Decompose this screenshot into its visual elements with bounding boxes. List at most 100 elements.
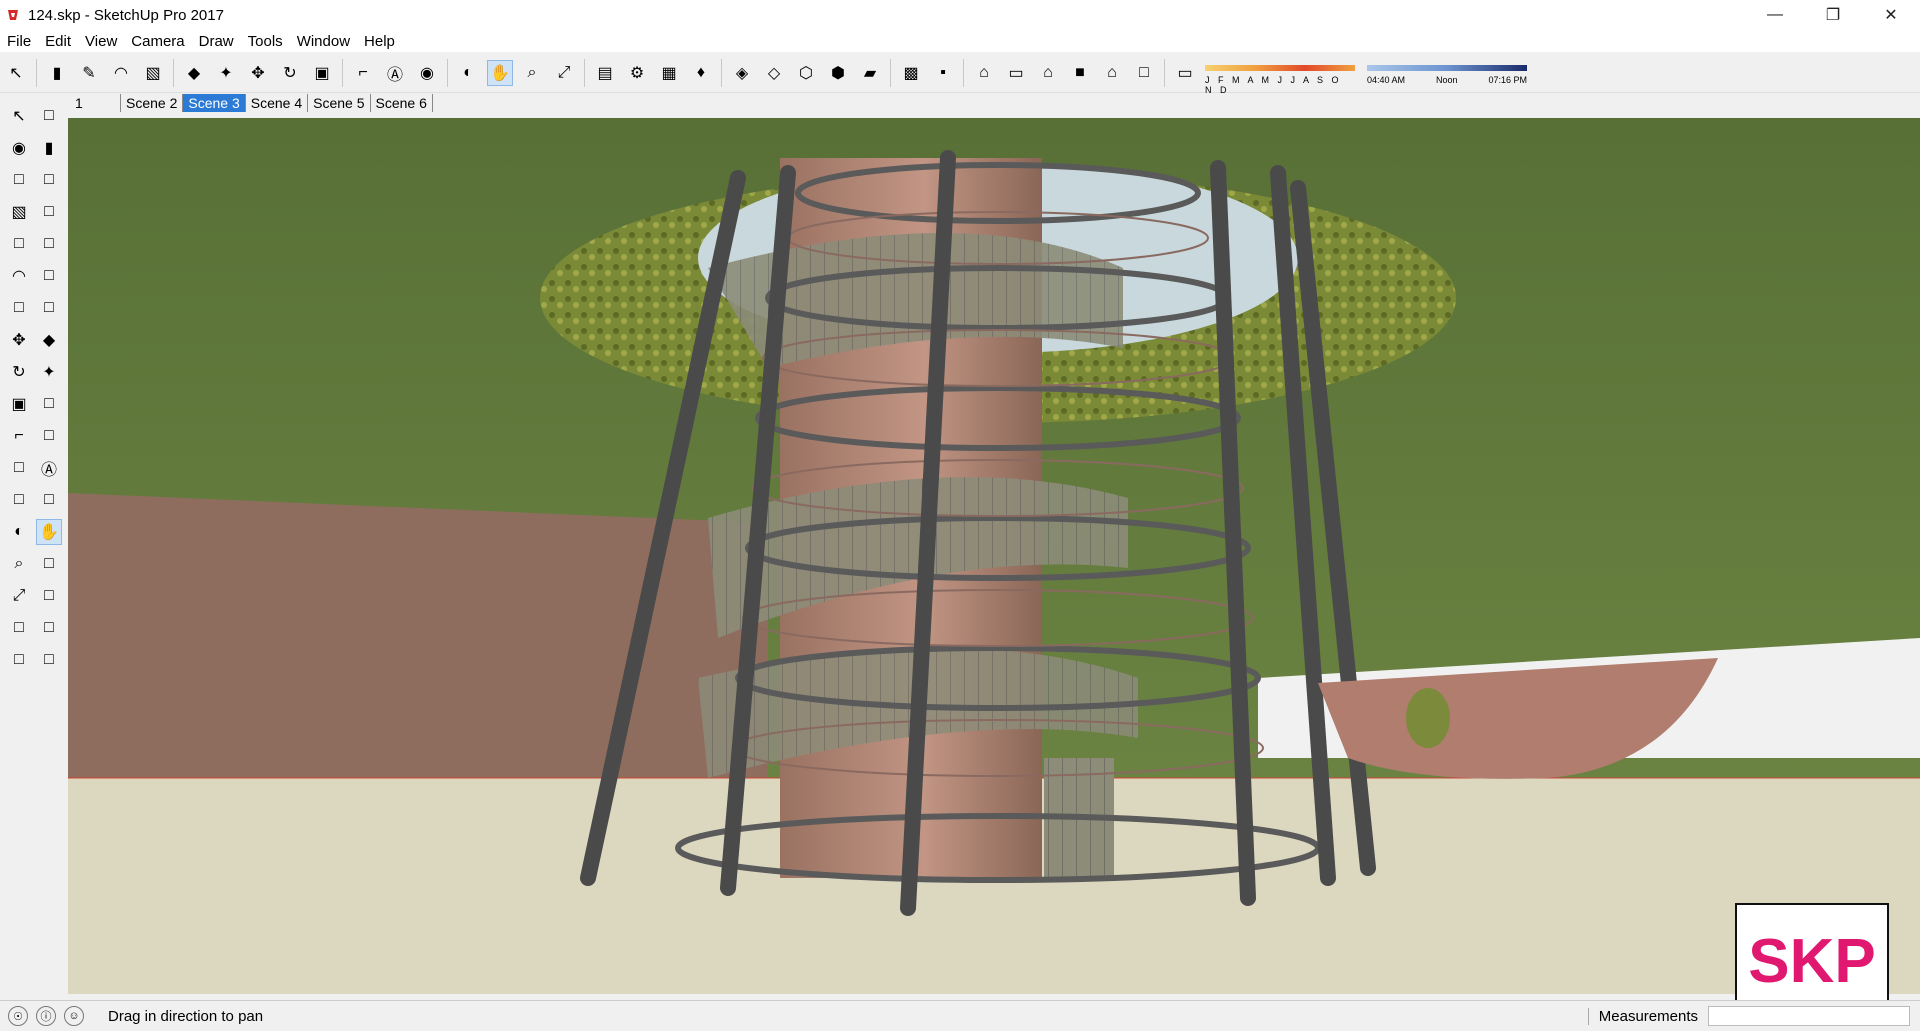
tool-row: ✥ ◆: [0, 324, 68, 356]
menu-window[interactable]: Window: [290, 33, 357, 50]
tool-row: ↻ ✦: [0, 356, 68, 388]
zoom-icon[interactable]: ⌕: [519, 60, 545, 86]
scene-tab-1[interactable]: 1: [70, 94, 121, 112]
left-view-icon[interactable]: □: [1131, 60, 1157, 86]
follow-me-icon[interactable]: ✦: [213, 60, 239, 86]
scene-tab-scene-3[interactable]: Scene 3: [183, 94, 246, 112]
month-gradient-bar[interactable]: [1205, 65, 1355, 71]
menu-view[interactable]: View: [78, 33, 124, 50]
scene-tab-scene-5[interactable]: Scene 5: [308, 94, 371, 112]
front-view-icon[interactable]: ⌂: [1035, 60, 1061, 86]
layout-icon[interactable]: ▦: [656, 60, 682, 86]
rectangle-icon[interactable]: ▧: [140, 60, 166, 86]
restore-button[interactable]: ❐: [1804, 0, 1862, 30]
extension-warehouse-icon[interactable]: ⚙: [624, 60, 650, 86]
text-icon[interactable]: Ⓐ: [36, 455, 62, 481]
3d-warehouse-icon[interactable]: ▤: [592, 60, 618, 86]
freehand-icon[interactable]: □: [36, 167, 62, 193]
offset-icon[interactable]: □: [36, 391, 62, 417]
right-view-icon[interactable]: ■: [1067, 60, 1093, 86]
eraser-icon[interactable]: ▮: [44, 60, 70, 86]
pan-icon[interactable]: ✋: [36, 519, 62, 545]
back-edges-icon[interactable]: ◇: [761, 60, 787, 86]
scale-icon[interactable]: ▣: [6, 391, 32, 417]
zoom-window-icon[interactable]: □: [36, 551, 62, 577]
minimize-button[interactable]: —: [1746, 0, 1804, 30]
shaded-textures-icon[interactable]: ▩: [898, 60, 924, 86]
scene-tab-scene-6[interactable]: Scene 6: [371, 94, 433, 112]
three-point-arc-icon[interactable]: □: [6, 295, 32, 321]
push-pull-icon[interactable]: ◆: [181, 60, 207, 86]
top-view-icon[interactable]: ▭: [1003, 60, 1029, 86]
eraser-icon[interactable]: ▮: [36, 135, 62, 161]
tape-measure-icon[interactable]: ⌐: [6, 423, 32, 449]
orbit-icon[interactable]: ◐: [455, 60, 481, 86]
shadow-month-slider[interactable]: J F M A M J J A S O N D: [1205, 59, 1355, 95]
previous-view-icon[interactable]: □: [36, 583, 62, 609]
section-plane-icon[interactable]: □: [36, 647, 62, 673]
rotated-rectangle-icon[interactable]: □: [36, 199, 62, 225]
scene-tab-scene-2[interactable]: Scene 2: [121, 94, 184, 112]
circle-icon[interactable]: □: [6, 231, 32, 257]
arc-icon[interactable]: ◠: [108, 60, 134, 86]
menu-draw[interactable]: Draw: [192, 33, 241, 50]
menu-edit[interactable]: Edit: [38, 33, 78, 50]
user-account-icon[interactable]: ☺: [64, 1006, 84, 1026]
orbit-icon[interactable]: ◐: [6, 519, 32, 545]
two-point-arc-icon[interactable]: □: [36, 263, 62, 289]
polygon-icon[interactable]: □: [36, 231, 62, 257]
zoom-icon[interactable]: ⌕: [6, 551, 32, 577]
credits-icon[interactable]: ⓘ: [36, 1006, 56, 1026]
arc-icon[interactable]: ◠: [6, 263, 32, 289]
menu-help[interactable]: Help: [357, 33, 402, 50]
paint-bucket-icon[interactable]: ◉: [6, 135, 32, 161]
select-icon[interactable]: ↖: [3, 60, 29, 86]
protractor-icon[interactable]: □: [6, 455, 32, 481]
look-around-icon[interactable]: □: [36, 615, 62, 641]
model-viewport[interactable]: [68, 118, 1920, 994]
xray-icon[interactable]: ◈: [729, 60, 755, 86]
axes-icon[interactable]: □: [6, 487, 32, 513]
zoom-extents-icon[interactable]: ⤢: [551, 60, 577, 86]
pie-icon[interactable]: □: [36, 295, 62, 321]
component-icon[interactable]: □: [36, 103, 62, 129]
time-gradient-bar[interactable]: [1367, 65, 1527, 71]
position-camera-icon[interactable]: □: [6, 615, 32, 641]
rotate-icon[interactable]: ↻: [6, 359, 32, 385]
menu-file[interactable]: File: [0, 33, 38, 50]
back-view-icon[interactable]: ⌂: [1099, 60, 1125, 86]
menu-camera[interactable]: Camera: [124, 33, 191, 50]
shadows-icon[interactable]: ▭: [1172, 60, 1198, 86]
monochrome-icon[interactable]: ▪: [930, 60, 956, 86]
scene-tab-scene-4[interactable]: Scene 4: [246, 94, 309, 112]
measurements-input[interactable]: [1708, 1006, 1910, 1026]
geo-location-icon[interactable]: ☉: [8, 1006, 28, 1026]
shaded-icon[interactable]: ▰: [857, 60, 883, 86]
move-icon[interactable]: ✥: [245, 60, 271, 86]
dimension-icon[interactable]: □: [36, 423, 62, 449]
pencil-icon[interactable]: □: [6, 167, 32, 193]
tape-measure-icon[interactable]: ⌐: [350, 60, 376, 86]
hidden-line-icon[interactable]: ⬢: [825, 60, 851, 86]
paint-bucket-icon[interactable]: ◉: [414, 60, 440, 86]
menu-tools[interactable]: Tools: [241, 33, 290, 50]
close-button[interactable]: ✕: [1862, 0, 1920, 30]
large-tool-set: ↖ □ ◉ ▮ □ □ ▧ □ □ □ ◠ □ □ □ ✥ ◆ ↻ ✦ ▣ □ ⌐ □ □ Ⓐ □ □ ◐ ✋ ⌕ □ ⤢ □ □ □ □ □: [0, 100, 68, 720]
rotate-icon[interactable]: ↻: [277, 60, 303, 86]
move-icon[interactable]: ✥: [6, 327, 32, 353]
walk-icon[interactable]: □: [6, 647, 32, 673]
select-icon[interactable]: ↖: [6, 103, 32, 129]
shadow-time-slider[interactable]: 04:40 AM Noon 07:16 PM: [1367, 59, 1527, 85]
wireframe-icon[interactable]: ⬡: [793, 60, 819, 86]
pencil-line-icon[interactable]: ✎: [76, 60, 102, 86]
pan-icon[interactable]: ✋: [487, 60, 513, 86]
rectangle-icon[interactable]: ▧: [6, 199, 32, 225]
iso-view-icon[interactable]: ⌂: [971, 60, 997, 86]
ruby-icon[interactable]: ♦: [688, 60, 714, 86]
follow-me-icon[interactable]: ✦: [36, 359, 62, 385]
scale-icon[interactable]: ▣: [309, 60, 335, 86]
text-icon[interactable]: Ⓐ: [382, 60, 408, 86]
3d-text-icon[interactable]: □: [36, 487, 62, 513]
zoom-extents-icon[interactable]: ⤢: [6, 583, 32, 609]
push-pull-icon[interactable]: ◆: [36, 327, 62, 353]
